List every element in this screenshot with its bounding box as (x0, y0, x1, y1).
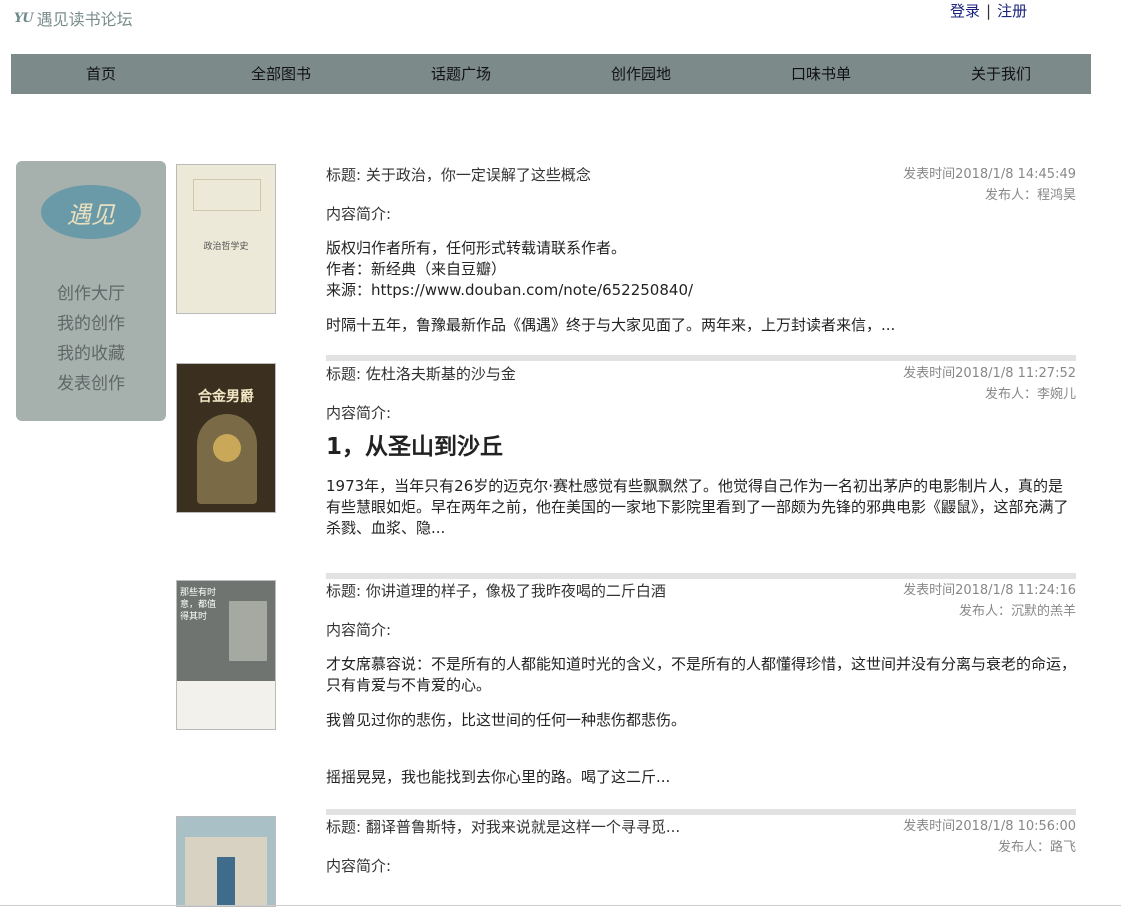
post-excerpt: 摇摇晃晃，我也能找到去你心里的路。喝了这二斤... (326, 768, 671, 786)
site-logo[interactable]: YU 遇见读书论坛 (14, 6, 133, 30)
post-author: 发布人：路飞 (997, 840, 1076, 855)
intro-label: 内容简介: (326, 404, 392, 422)
post-author: 发布人：李婉儿 (984, 387, 1076, 402)
book-cover-title: 合金男爵 (198, 389, 254, 405)
content-paragraph: 我曾见过你的悲伤，比这世间的任何一种悲伤都悲伤。 (326, 711, 687, 729)
sidebar: 遇见 创作大厅 我的创作 我的收藏 发表创作 (16, 161, 166, 421)
book-cover-image[interactable]: 合金男爵 (176, 363, 276, 513)
post-divider (326, 573, 1076, 579)
intro-label: 内容简介: (326, 205, 392, 223)
sidebar-item-publish[interactable]: 发表创作 (16, 369, 166, 399)
content-heading: 1，从圣山到沙丘 (326, 434, 504, 460)
sidebar-item-creation-hall[interactable]: 创作大厅 (16, 279, 166, 309)
book-cover-image[interactable]: 那些有时意，都值得其时 (176, 580, 276, 730)
book-cover-image[interactable]: 政治哲学史 (176, 164, 276, 314)
sidebar-item-my-favorites[interactable]: 我的收藏 (16, 339, 166, 369)
intro-label: 内容简介: (326, 857, 392, 875)
post-author: 发布人：程鸿昊 (984, 188, 1076, 203)
login-link[interactable]: 登录 (950, 2, 980, 20)
post-excerpt: 1973年，当年只有26岁的迈克尔·赛杜感觉有些飘飘然了。他觉得自己作为一名初出… (326, 477, 1069, 537)
post-meta: 发表时间2018/1/8 11:27:52 发布人：李婉儿 (903, 363, 1076, 405)
content-paragraph: 才女席慕容说：不是所有的人都能知道时光的含义，不是所有的人都懂得珍惜，这世间并没… (326, 655, 1077, 694)
book-cover-title: 那些有时意，都值得其时 (180, 588, 217, 622)
logo-mark: YU (14, 10, 34, 26)
post-body: 标题: 你讲道理的样子，像极了我昨夜喝的二斤白酒 发表时间2018/1/8 11… (326, 580, 1076, 802)
post-body: 标题: 佐杜洛夫斯基的沙与金 发表时间2018/1/8 11:27:52 发布人… (326, 363, 1076, 553)
post-time: 发表时间2018/1/8 10:56:00 (903, 819, 1076, 834)
post-content: 1，从圣山到沙丘 1973年，当年只有26岁的迈克尔·赛杜感觉有些飘飘然了。他觉… (326, 434, 1076, 539)
content-line: 来源：https://www.douban.com/note/652250840… (326, 281, 694, 299)
book-cover-title: 政治哲学史 (203, 242, 249, 252)
post-content: 版权归作者所有，任何形式转载请联系作者。 作者：新经典（来自豆瓣） 来源：htt… (326, 238, 1076, 336)
content-line: 版权归作者所有，任何形式转载请联系作者。 (326, 239, 627, 257)
post-meta: 发表时间2018/1/8 10:56:00 发布人：路飞 (903, 816, 1076, 858)
sidebar-item-my-creations[interactable]: 我的创作 (16, 309, 166, 339)
post-content: 才女席慕容说：不是所有的人都能知道时光的含义，不是所有的人都懂得珍惜，这世间并没… (326, 654, 1076, 788)
intro-label: 内容简介: (326, 621, 392, 639)
post-divider (326, 355, 1076, 361)
post-excerpt: 时隔十五年，鲁豫最新作品《偶遇》终于与大家见面了。两年来，上万封读者来信，... (326, 316, 896, 334)
register-link[interactable]: 注册 (997, 2, 1027, 20)
content-line: 作者：新经典（来自豆瓣） (326, 260, 507, 278)
post-time: 发表时间2018/1/8 14:45:49 (903, 167, 1076, 182)
post-meta: 发表时间2018/1/8 14:45:49 发布人：程鸿昊 (903, 164, 1076, 206)
sidebar-links: 创作大厅 我的创作 我的收藏 发表创作 (16, 279, 166, 399)
post-author: 发布人：沉默的羔羊 (958, 604, 1076, 619)
nav-item-booklists[interactable]: 口味书单 (731, 54, 911, 94)
auth-separator: | (986, 2, 992, 20)
post-body: 标题: 翻译普鲁斯特，对我来说就是这样一个寻寻觅... 发表时间2018/1/8… (326, 816, 1076, 876)
nav-item-all-books[interactable]: 全部图书 (191, 54, 371, 94)
sidebar-logo-badge: 遇见 (41, 185, 141, 239)
nav-item-creation[interactable]: 创作园地 (551, 54, 731, 94)
post-body: 标题: 关于政治，你一定误解了这些概念 发表时间2018/1/8 14:45:4… (326, 164, 1076, 350)
main-nav: 首页 全部图书 话题广场 创作园地 口味书单 关于我们 (11, 54, 1091, 94)
book-cover-image[interactable] (176, 816, 276, 907)
nav-item-about[interactable]: 关于我们 (911, 54, 1091, 94)
nav-item-home[interactable]: 首页 (11, 54, 191, 94)
auth-links: 登录 | 注册 (950, 0, 1027, 21)
site-name: 遇见读书论坛 (36, 10, 133, 29)
nav-item-topics[interactable]: 话题广场 (371, 54, 551, 94)
post-meta: 发表时间2018/1/8 11:24:16 发布人：沉默的羔羊 (903, 580, 1076, 622)
post-divider (326, 809, 1076, 815)
post-time: 发表时间2018/1/8 11:27:52 (903, 366, 1076, 381)
post-time: 发表时间2018/1/8 11:24:16 (903, 583, 1076, 598)
